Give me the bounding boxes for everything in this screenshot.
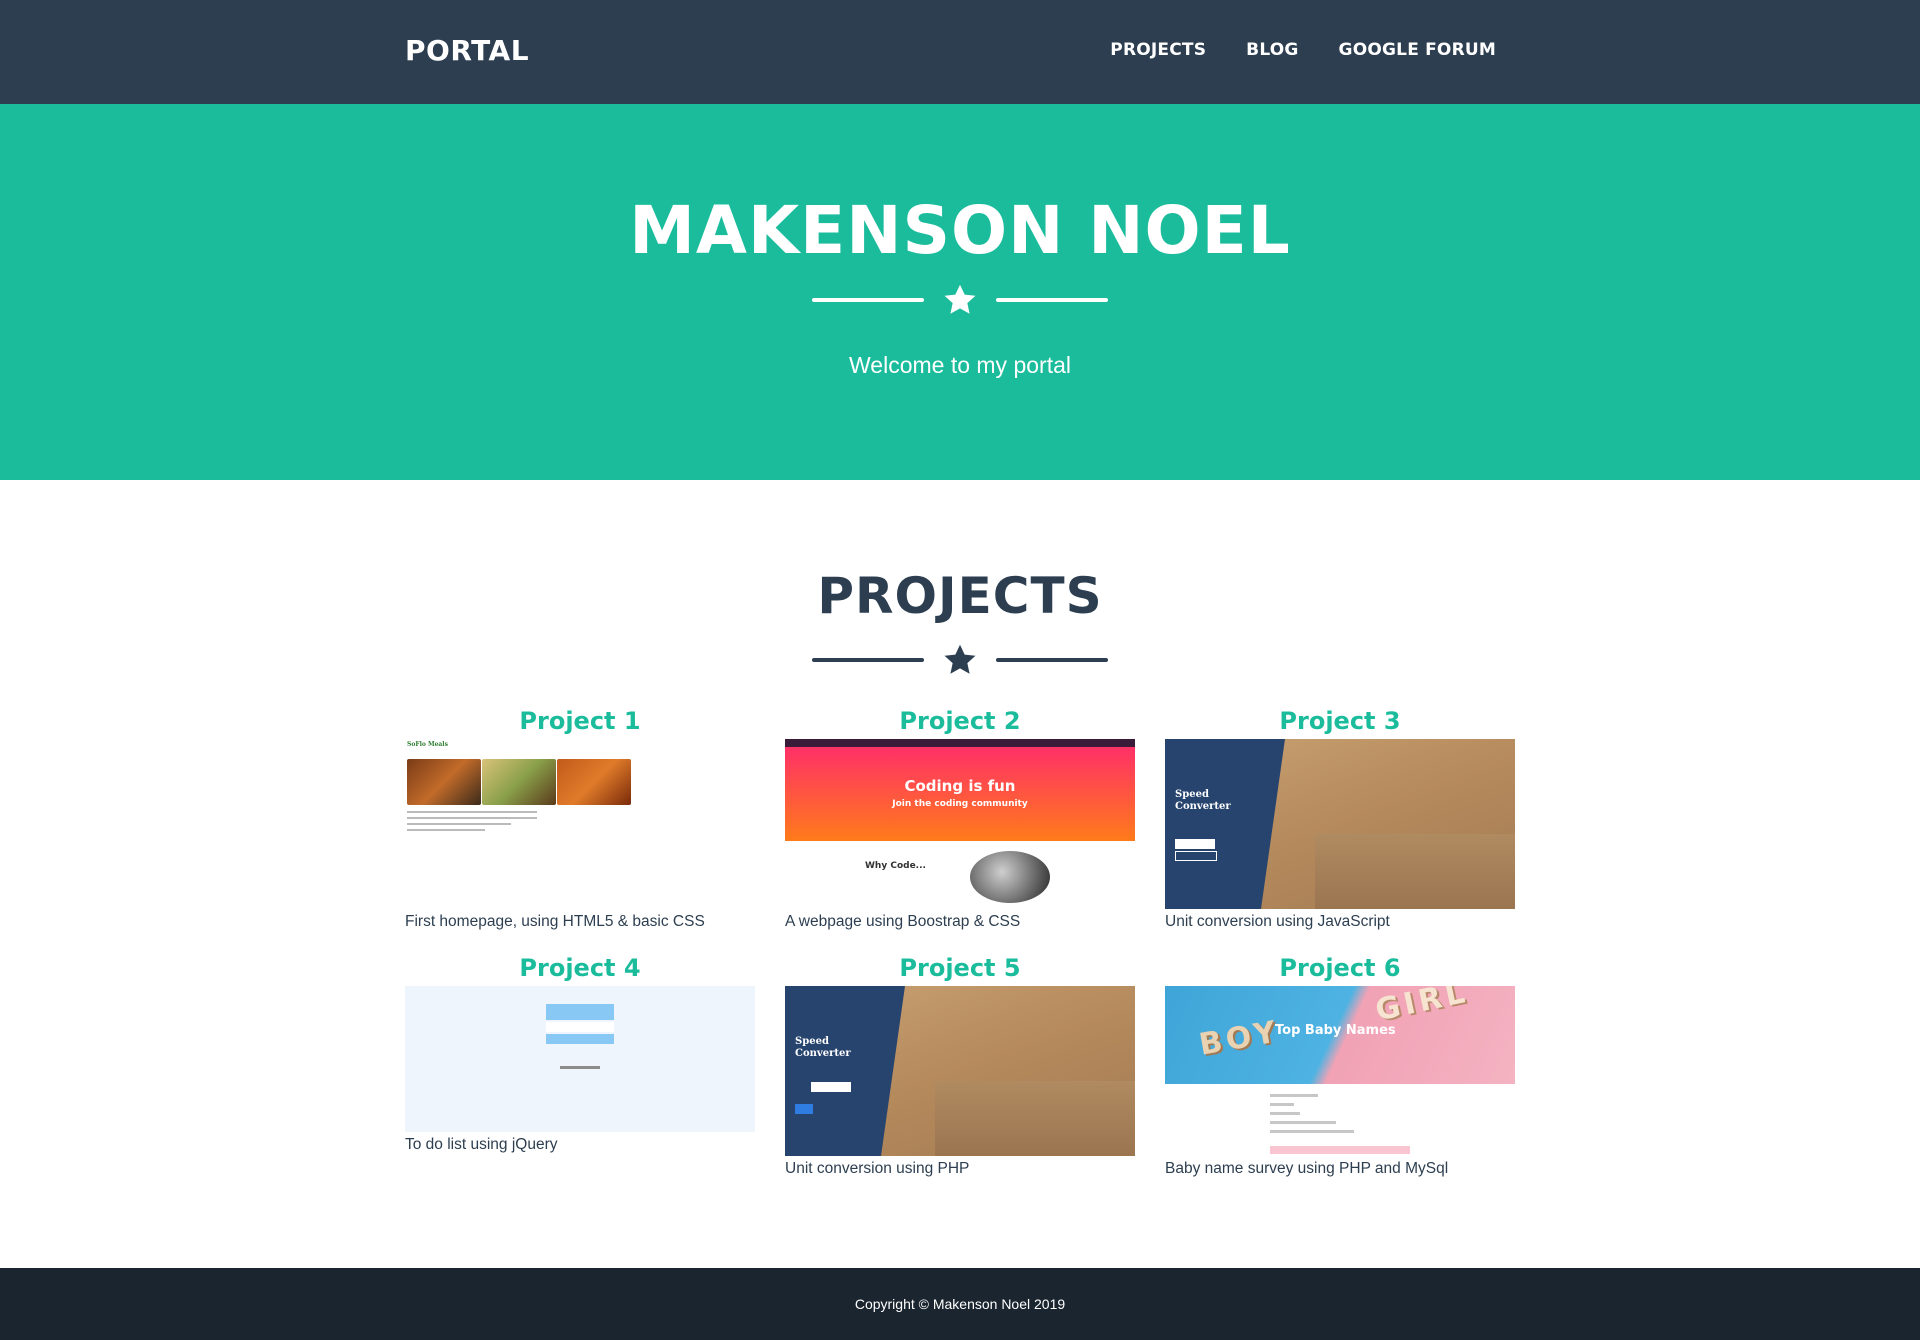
project-title[interactable]: Project 5	[785, 950, 1135, 986]
project-title[interactable]: Project 4	[405, 950, 755, 986]
nav-link-blog[interactable]: BLOG	[1246, 40, 1298, 60]
text-lines	[407, 811, 537, 835]
masthead-title: MAKENSON NOEL	[629, 192, 1291, 269]
thumbnail-section-title: Why Code...	[865, 861, 926, 871]
project-description: Baby name survey using PHP and MySql	[1165, 1160, 1449, 1177]
projects-title: PROJECTS	[817, 567, 1103, 625]
project-card-6: Project 6 BOY GIRL Top Baby Names Baby n…	[1165, 950, 1515, 1178]
masthead-subtitle: Welcome to my portal	[849, 352, 1071, 378]
divider-line-left	[812, 298, 924, 302]
thumbnail-footer	[560, 1066, 600, 1069]
nav-link-google-forum[interactable]: GOOGLE FORUM	[1339, 40, 1496, 60]
project-thumbnail[interactable]: SoFlo Meals	[405, 739, 755, 909]
thumbnail-headline: Top Baby Names	[1275, 1023, 1396, 1038]
navbar: PORTAL PROJECTS BLOG GOOGLE FORUM	[0, 0, 1920, 104]
project-card-3: Project 3 Speed Converter Unit conversio…	[1165, 703, 1515, 931]
project-card-1: Project 1 SoFlo Meals First homepage, us…	[405, 703, 755, 931]
project-thumbnail[interactable]: Speed Converter	[785, 986, 1135, 1156]
divider-line-left	[812, 658, 924, 662]
thumbnail-label: Speed Converter	[795, 1036, 851, 1059]
project-thumbnail[interactable]: BOY GIRL Top Baby Names	[1165, 986, 1515, 1156]
thumbnail-label: Speed Converter	[1175, 789, 1231, 812]
project-description: First homepage, using HTML5 & basic CSS	[405, 913, 705, 930]
project-card-4: Project 4 To do list using jQuery	[405, 950, 755, 1154]
thumbnail-panel	[546, 1004, 614, 1020]
thumbnail-button	[795, 1104, 813, 1114]
nav-link-projects[interactable]: PROJECTS	[1110, 40, 1206, 60]
project-description: To do list using jQuery	[405, 1136, 558, 1153]
divider-line-right	[996, 658, 1108, 662]
thumbnail-input	[546, 1022, 614, 1032]
project-title[interactable]: Project 3	[1165, 703, 1515, 739]
masthead-divider	[812, 280, 1108, 320]
thumbnail-input	[811, 1082, 851, 1092]
project-card-2: Project 2 Coding is fun Join the coding …	[785, 703, 1135, 931]
food-image	[482, 759, 556, 805]
thumbnail-panel	[785, 986, 905, 1156]
footer-copyright: Copyright © Makenson Noel 2019	[854, 1296, 1066, 1312]
thumbnail-buttons	[1175, 851, 1217, 861]
brand-link[interactable]: PORTAL	[405, 34, 529, 67]
thumbnail-road	[935, 1081, 1135, 1156]
masthead: MAKENSON NOEL Welcome to my portal	[0, 104, 1920, 480]
nav-links: PROJECTS BLOG GOOGLE FORUM	[1110, 40, 1496, 60]
food-image	[557, 759, 631, 805]
project-title[interactable]: Project 6	[1165, 950, 1515, 986]
star-icon	[941, 641, 979, 679]
thumbnail-bar	[1270, 1146, 1410, 1154]
thumbnail-form	[1270, 1094, 1390, 1139]
project-description: Unit conversion using JavaScript	[1165, 913, 1390, 930]
project-description: Unit conversion using PHP	[785, 1160, 970, 1177]
thumbnail-navbar	[785, 739, 1135, 747]
thumbnail-panel	[1165, 739, 1285, 909]
thumbnail-image	[970, 851, 1050, 903]
divider-line-right	[996, 298, 1108, 302]
thumbnail-header: SoFlo Meals	[407, 741, 448, 748]
food-image	[407, 759, 481, 805]
thumbnail-headline: Coding is fun	[904, 777, 1016, 795]
project-thumbnail[interactable]: Speed Converter	[1165, 739, 1515, 909]
project-thumbnail[interactable]: Coding is fun Join the coding community …	[785, 739, 1135, 909]
project-description: A webpage using Boostrap & CSS	[785, 913, 1021, 930]
thumbnail-subheadline: Join the coding community	[892, 799, 1028, 809]
project-title[interactable]: Project 1	[405, 703, 755, 739]
project-title[interactable]: Project 2	[785, 703, 1135, 739]
star-icon	[941, 281, 979, 319]
project-card-5: Project 5 Speed Converter Unit conversio…	[785, 950, 1135, 1178]
project-thumbnail[interactable]	[405, 986, 755, 1132]
thumbnail-road	[1315, 834, 1515, 909]
thumbnail-input	[1175, 839, 1215, 849]
footer: Copyright © Makenson Noel 2019	[0, 1268, 1920, 1340]
thumbnail-select	[546, 1034, 614, 1044]
projects-divider	[812, 640, 1108, 680]
